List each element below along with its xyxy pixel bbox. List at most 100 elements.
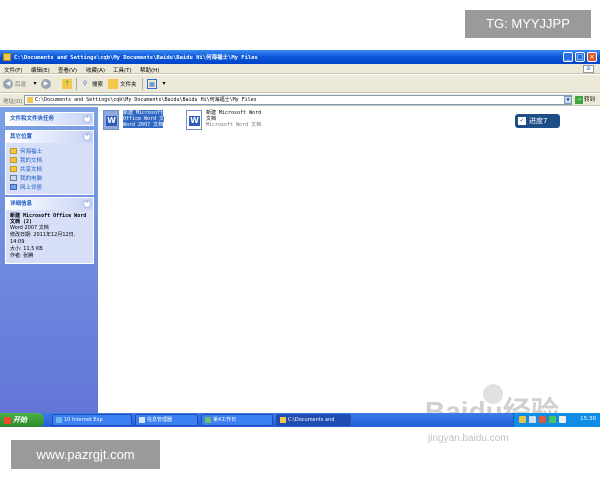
address-input[interactable]: C:\Documents and Settings\cqb\My Documen… [24,95,572,105]
taskbar-item[interactable]: 10 Internet Exp [52,414,132,426]
clock[interactable]: 15:30 [580,416,596,422]
chevron-up-icon[interactable]: ⌃ [83,200,91,208]
window-title: C:\Documents and Settings\cqb\My Documen… [14,55,258,61]
progress-label: 进度7 [529,117,548,125]
task-label: 信息管理器 [147,417,173,423]
watermark-url: jingyan.baidu.com [428,433,509,444]
tray-icon[interactable] [549,416,556,423]
back-button[interactable]: ◀ 后退 [3,78,26,90]
title-bar[interactable]: C:\Documents and Settings\cqb\My Documen… [0,50,600,64]
folder-icon [27,97,33,103]
chevron-up-icon[interactable]: ⌃ [83,115,91,123]
taskbar-item-active[interactable]: C:\Documents and [276,414,351,426]
tray-icon[interactable] [529,416,536,423]
search-button[interactable]: ⚲ 搜索 [80,78,103,90]
check-icon: ✓ [518,117,526,125]
address-value: C:\Documents and Settings\cqb\My Documen… [35,97,257,103]
up-button[interactable]: ↑ [62,78,74,90]
detail-size: 大小: 11.5 KB [10,246,43,252]
back-label: 后退 [15,82,27,88]
file-label: 新建 Microsoft Word 文档 Microsoft Word 文档 [206,110,261,128]
minimize-button[interactable]: _ [563,52,573,62]
address-dropdown[interactable]: ▾ [564,96,572,104]
place-label: 共享文档 [20,166,43,173]
go-arrow-icon: → [575,95,583,104]
task-label: 第4工作日 [213,417,237,423]
shared-folder-icon [10,165,17,172]
file-view[interactable]: W 新建 Microsoft Office Word 文 Word 2007 文… [98,107,600,416]
file-type-line: Word 2007 文档 [123,122,164,128]
network-icon [10,183,17,190]
windows-logo-icon [4,416,11,424]
menu-file[interactable]: 文件(F) [4,66,22,74]
menu-help[interactable]: 帮助(H) [140,66,159,74]
forward-button[interactable]: ▶ [41,78,53,90]
details-title: 详细信息 [10,201,33,207]
tray-icon[interactable] [539,416,546,423]
file-label: 新建 Microsoft Office Word 文 Word 2007 文档 [123,110,165,128]
folder-icon [10,147,17,154]
file-type-line: Microsoft Word 文档 [206,122,262,128]
overlay-tag-top: TG: MYYJJPP [465,10,591,38]
windows-logo-icon: ⊞ [583,65,594,73]
volume-icon[interactable] [559,416,566,423]
go-label: 转到 [584,97,596,103]
menu-tools[interactable]: 工具(T) [113,66,132,74]
file-tasks-title: 文件和文件夹任务 [10,116,55,122]
menu-favorites[interactable]: 收藏(A) [86,66,105,74]
place-label: 网上邻居 [20,184,43,191]
details-header[interactable]: 详细信息 ⌃ [6,198,93,210]
other-places-header[interactable]: 其它位置 ⌃ [6,131,93,143]
chevron-up-icon[interactable]: ⌃ [83,133,91,141]
taskbar: 开始 10 Internet Exp 信息管理器 第4工作日 C:\Docume… [0,413,600,427]
up-folder-icon: ↑ [62,79,72,89]
details-body: 新建 Microsoft Office Word 文档 (2) Word 200… [6,210,93,263]
file-tasks-header[interactable]: 文件和文件夹任务 ⌃ [6,113,93,125]
address-label: 地址(D) [3,99,23,105]
file-item[interactable]: W 新建 Microsoft Office Word 文 Word 2007 文… [103,110,165,130]
maximize-button[interactable]: □ [575,52,585,62]
file-item[interactable]: W 新建 Microsoft Word 文档 Microsoft Word 文档 [186,110,261,130]
place-link[interactable]: 我的文档 [10,155,89,164]
place-link[interactable]: 网上邻居 [10,182,89,191]
search-icon: ⚲ [82,80,88,87]
app-icon [139,416,145,423]
forward-arrow-icon: ▶ [41,79,51,89]
file-tasks-panel: 文件和文件夹任务 ⌃ [5,112,94,126]
task-label: C:\Documents and [288,417,335,423]
folder-icon [280,416,286,423]
place-link[interactable]: 何海福士 [10,146,89,155]
place-link[interactable]: 我的电脑 [10,173,89,182]
folder-icon [3,53,11,61]
menu-edit[interactable]: 编辑(E) [31,66,50,74]
other-places-list: 何海福士 我的文档 共享文档 我的电脑 网上邻居 [6,143,93,194]
place-label: 我的文档 [20,157,43,164]
progress-floating-button[interactable]: ✓ 进度7 [515,114,560,128]
folder-icon [10,156,17,163]
taskbar-item[interactable]: 信息管理器 [135,414,198,426]
start-label: 开始 [13,416,27,424]
toolbar: ◀ 后退 ▾ ▶ ↑ ⚲ 搜索 文件夹 ▦ ▾ [0,75,600,93]
system-tray: 15:30 [513,413,600,427]
views-button[interactable]: ▦ ▾ [147,78,171,90]
other-places-panel: 其它位置 ⌃ 何海福士 我的文档 共享文档 我的电脑 网上邻居 [5,130,94,195]
views-icon: ▦ [147,79,157,89]
tray-icon[interactable] [519,416,526,423]
detail-modified: 修改日期: 2011年12月12日, 14:09 [10,232,76,245]
explorer-window: C:\Documents and Settings\cqb\My Documen… [0,50,600,444]
overlay-tag-bottom: www.pazrgjt.com [11,440,160,469]
task-label: 10 Internet Exp [64,417,103,423]
folders-label: 文件夹 [120,82,137,88]
close-button[interactable]: × [587,52,597,62]
search-label: 搜索 [92,82,104,88]
taskbar-item[interactable]: 第4工作日 [201,414,273,426]
start-button[interactable]: 开始 [0,413,44,427]
place-link[interactable]: 共享文档 [10,164,89,173]
place-label: 我的电脑 [20,175,43,182]
folders-button[interactable]: 文件夹 [108,78,137,90]
go-button[interactable]: → 转到 [575,95,597,105]
menu-bar: 文件(F) 编辑(E) 查看(V) 收藏(A) 工具(T) 帮助(H) ⊞ [0,64,600,74]
menu-view[interactable]: 查看(V) [58,66,77,74]
chevron-down-icon: ▾ [33,80,37,87]
detail-file-type: Word 2007 文档 [10,225,49,231]
